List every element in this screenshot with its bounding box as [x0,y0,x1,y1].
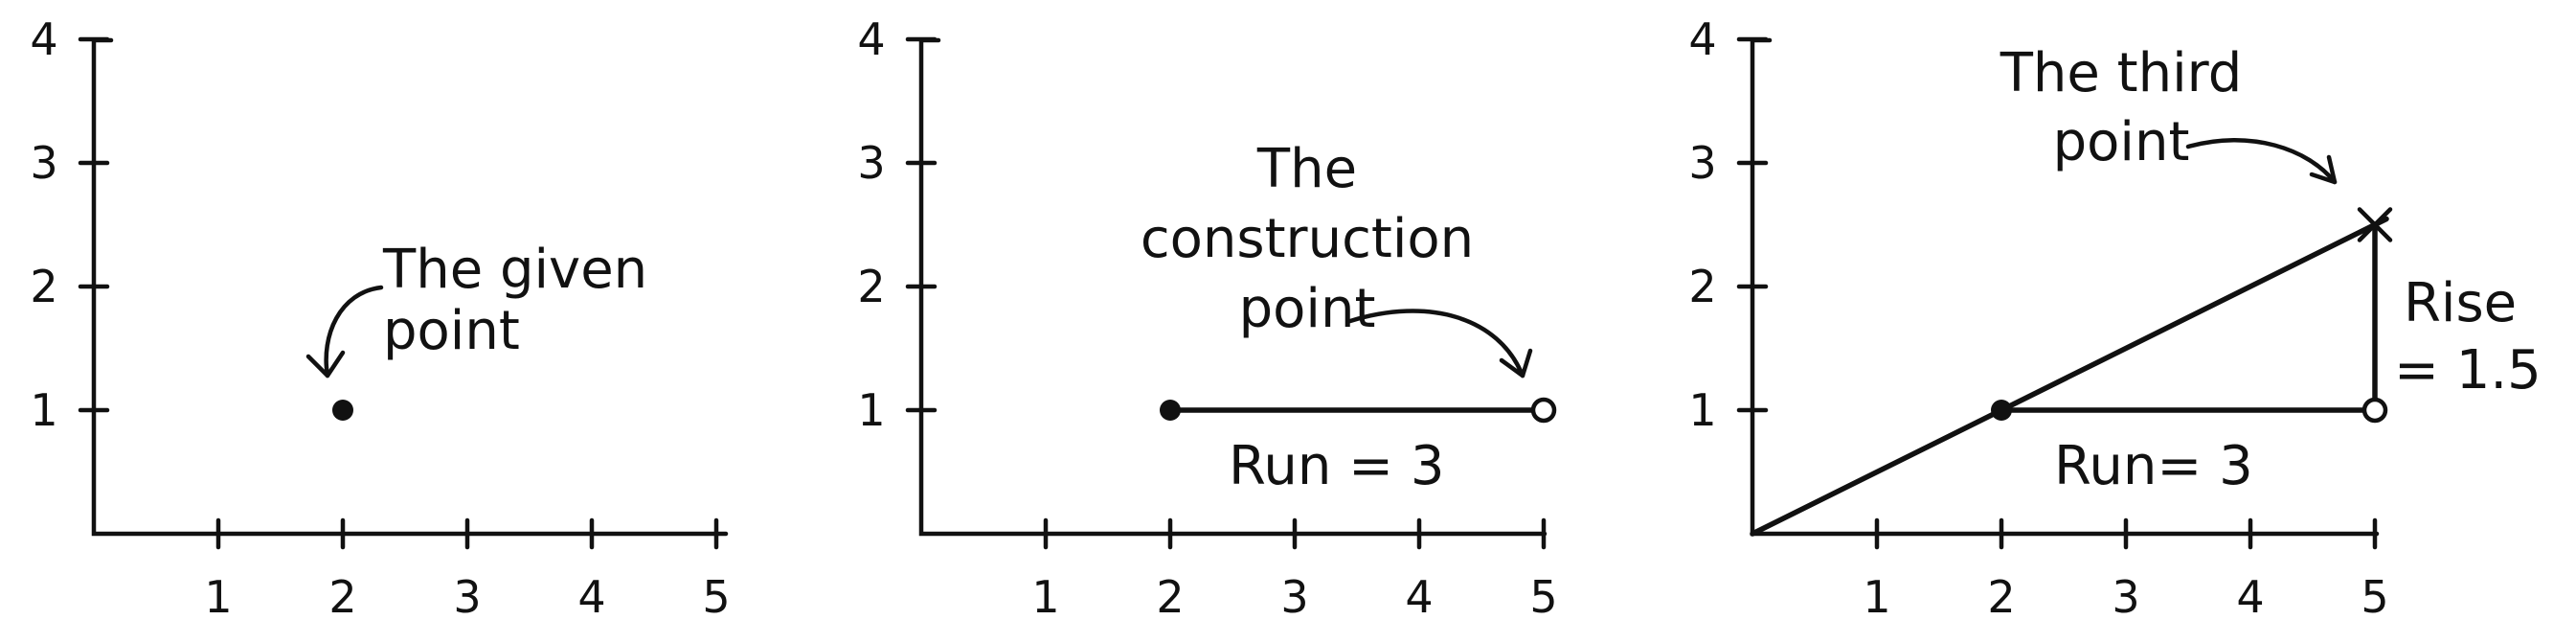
x-tick-label: 3 [2112,571,2139,623]
y-tick-label: 4 [30,13,57,65]
x-tick-label: 5 [702,571,730,623]
x-tick-label: 5 [1529,571,1557,623]
segment-label: Rise [2404,272,2517,334]
x-tick-label: 4 [1405,571,1433,623]
y-tick-label: 2 [1688,261,1716,312]
x-tick-label: 1 [204,571,232,623]
y-tick-label: 2 [30,261,57,312]
annotation-text: The third point [2000,42,2243,173]
given-point [332,400,353,421]
annotation-line: The third [2000,42,2243,104]
segment-label: = 1.5 [2394,339,2542,402]
annotation-line: point [383,300,520,362]
x-tick-label: 2 [328,571,356,623]
construction-point [1530,397,1557,424]
y-tick-label: 2 [857,261,885,312]
annotation-line: The [1256,138,1357,200]
slope-construction-diagram: 1 2 3 4 51234The given point1 2 3 4 51234Run = 3T… [30,13,2541,623]
panel-2: 1 2 3 4 5 1 2 3 4 Run = 3 The construction point [857,13,1557,623]
panel-3: 1 2 3 4 5 1 2 3 4 Run= 3 Rise= 1.5 The third point [1688,13,2541,623]
diagram-stage: 1 2 3 4 5 1 2 3 4 The given point 1 2 3 4 5 1 2 3 4 Run = 3T… [0,0,2576,643]
y-tick-label: 4 [1688,13,1716,65]
x-tick-label: 4 [577,571,605,623]
y-tick-label: 1 [1688,384,1716,436]
x-tick-label: 3 [1280,571,1308,623]
given-point [1160,400,1181,421]
given-point [1991,400,2012,421]
y-tick-label: 3 [857,137,885,189]
x-tick-label: 5 [2361,571,2388,623]
y-tick-label: 1 [30,384,57,436]
segment-label: Run = 3 [1229,435,1445,497]
annotation-line: point [1239,278,1376,340]
y-tick-label: 3 [1688,137,1716,189]
annotation-arrow [1347,309,1525,379]
x-tick-label: 4 [2236,571,2264,623]
annotation-line: The given [382,239,647,301]
y-tick-label: 1 [857,384,885,436]
y-tick-label: 4 [857,13,885,65]
x-tick-label: 1 [1863,571,1890,623]
segment-label: Run= 3 [2054,435,2253,497]
x-tick-label: 2 [1156,571,1184,623]
annotation-line: construction [1141,208,1474,270]
construction-point [2361,397,2388,424]
annotation-line: point [2053,111,2190,173]
y-tick-label: 3 [30,137,57,189]
x-tick-label: 3 [453,571,481,623]
x-tick-label: 1 [1031,571,1059,623]
annotation-text: The given point [382,239,647,362]
x-tick-label: 2 [1987,571,2015,623]
panel-1: 1 2 3 4 5 1 2 3 4 The given point [30,13,730,623]
